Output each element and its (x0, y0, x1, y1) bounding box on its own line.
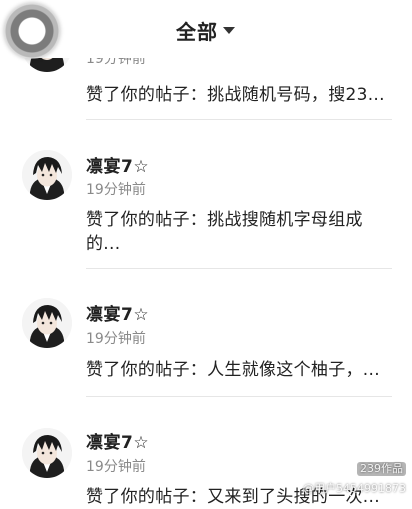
watermark-badge: 239作品 (357, 462, 406, 476)
notification-list: 19分钟前 赞了你的帖子：挑战随机号码，搜23... 凛宴7☆ 19分钟前 赞了… (0, 0, 412, 507)
avatar[interactable] (22, 298, 72, 348)
timestamp: 19分钟前 (86, 331, 146, 347)
avatar-image (22, 428, 72, 478)
timestamp: 19分钟前 (86, 182, 146, 198)
notification-text[interactable]: 赞了你的帖子：挑战搜随机字母组成的... (86, 208, 396, 256)
avatar[interactable] (22, 428, 72, 478)
avatar-image (22, 298, 72, 348)
filter-title[interactable]: 全部 (176, 16, 218, 45)
watermark-handle: @用户5454991873 (303, 482, 406, 495)
top-bar: 全部 (0, 0, 412, 58)
username[interactable]: 凛宴7☆ (86, 152, 149, 177)
divider (86, 119, 392, 120)
username[interactable]: 凛宴7☆ (86, 300, 149, 325)
divider (86, 268, 392, 269)
timestamp: 19分钟前 (86, 459, 146, 475)
caret-down-icon[interactable] (223, 27, 235, 34)
divider (86, 396, 392, 397)
notification-text[interactable]: 赞了你的帖子：挑战随机号码，搜23... (86, 83, 396, 107)
avatar-image (22, 150, 72, 200)
username[interactable]: 凛宴7☆ (86, 428, 149, 453)
watermark: 239作品 @用户5454991873 (303, 462, 406, 496)
ring-icon[interactable] (4, 3, 60, 59)
notification-text[interactable]: 赞了你的帖子：人生就像这个柚子，... (86, 358, 396, 382)
avatar[interactable] (22, 150, 72, 200)
